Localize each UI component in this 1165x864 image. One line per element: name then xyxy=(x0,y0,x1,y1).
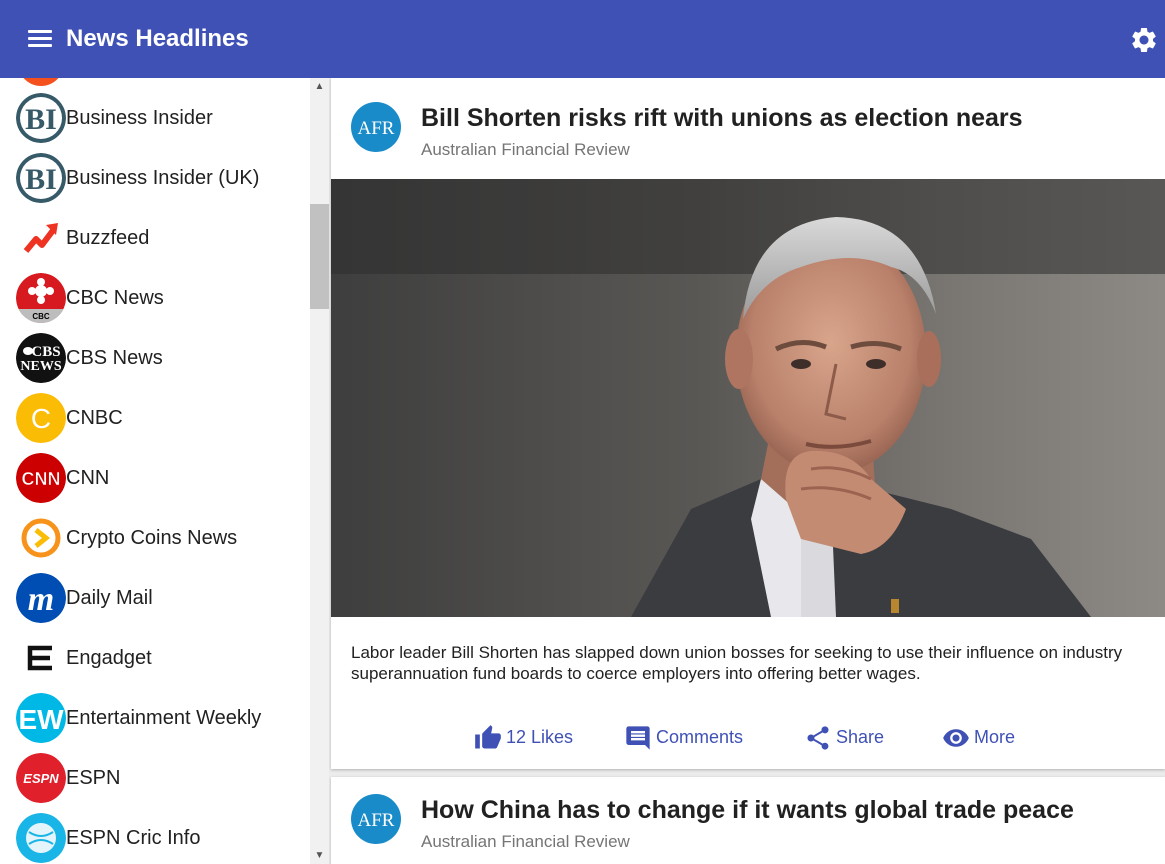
svg-text:BI: BI xyxy=(25,103,57,136)
article-source: Australian Financial Review xyxy=(421,832,630,851)
article-source: Australian Financial Review xyxy=(421,140,630,159)
share-button[interactable]: Share xyxy=(804,722,894,752)
espn-logo: ESPN xyxy=(16,753,66,803)
sources-sidebar: BI Business Insider BI Business Insider … xyxy=(0,78,329,864)
cnbc-logo: C xyxy=(16,393,66,443)
cnn-logo: CNN xyxy=(16,453,66,503)
cbs-logo: CBS NEWS xyxy=(16,333,66,383)
share-label: Share xyxy=(836,727,885,747)
source-label: ESPN Cric Info xyxy=(66,827,201,849)
scrollbar-thumb[interactable] xyxy=(310,204,329,309)
svg-text:CBC: CBC xyxy=(32,312,50,321)
svg-text:BI: BI xyxy=(25,163,57,196)
business-insider-logo: BI xyxy=(16,93,66,143)
source-item-crypto-coins-news[interactable]: Crypto Coins News xyxy=(0,508,310,568)
source-item-business-insider-uk[interactable]: BI Business Insider (UK) xyxy=(0,148,310,208)
source-label: Entertainment Weekly xyxy=(66,707,262,729)
more-label: More xyxy=(974,727,1016,747)
article-actions: 12 Likes Comments Share More xyxy=(331,722,1165,752)
like-button[interactable]: 12 Likes xyxy=(474,722,574,752)
svg-text:EW: EW xyxy=(18,704,64,735)
source-item-business-insider[interactable]: BI Business Insider xyxy=(0,88,310,148)
news-feed: AFR Bill Shorten risks rift with unions … xyxy=(329,78,1165,864)
svg-text:AFR: AFR xyxy=(358,118,395,139)
article-card: AFR How China has to change if it wants … xyxy=(331,777,1165,864)
espn-cricinfo-logo xyxy=(16,813,66,863)
source-item-cnn[interactable]: CNN CNN xyxy=(0,448,310,508)
source-item-buzzfeed[interactable]: Buzzfeed xyxy=(0,208,310,268)
svg-text:ESPN: ESPN xyxy=(23,771,59,786)
app-bar: News Headlines xyxy=(0,0,1165,78)
source-item-espn-cric-info[interactable]: ESPN Cric Info xyxy=(0,808,310,864)
article-image[interactable] xyxy=(331,179,1165,617)
source-label: Business Insider xyxy=(66,107,213,129)
likes-count: 12 Likes xyxy=(506,727,574,747)
cbc-logo: CBC xyxy=(16,273,66,323)
source-item-cnbc[interactable]: C CNBC xyxy=(0,388,310,448)
source-label: CNBC xyxy=(66,407,123,429)
engadget-logo xyxy=(16,633,66,683)
daily-mail-logo: m xyxy=(16,573,66,623)
gear-icon[interactable] xyxy=(1129,25,1159,55)
svg-text:NEWS: NEWS xyxy=(20,359,61,374)
article-title[interactable]: How China has to change if it wants glob… xyxy=(421,796,1074,825)
afr-avatar-icon: AFR xyxy=(351,102,401,152)
source-label: Crypto Coins News xyxy=(66,527,238,549)
sidebar-scrollbar[interactable]: ▲ ▼ xyxy=(310,78,329,864)
share-icon xyxy=(807,726,829,750)
comments-label: Comments xyxy=(656,727,744,747)
source-label: Engadget xyxy=(66,647,152,669)
svg-text:AFR: AFR xyxy=(358,810,395,831)
article-title[interactable]: Bill Shorten risks rift with unions as e… xyxy=(421,104,1023,133)
article-card: AFR Bill Shorten risks rift with unions … xyxy=(331,78,1165,769)
svg-text:C: C xyxy=(31,403,51,434)
source-item-daily-mail[interactable]: m Daily Mail xyxy=(0,568,310,628)
scroll-down-icon[interactable]: ▼ xyxy=(310,847,329,864)
source-label: CBS News xyxy=(66,347,163,369)
eye-icon xyxy=(943,729,969,747)
source-label: Daily Mail xyxy=(66,587,153,609)
source-item-entertainment-weekly[interactable]: EW Entertainment Weekly xyxy=(0,688,310,748)
source-label: Buzzfeed xyxy=(66,227,150,249)
source-logo-partial xyxy=(18,78,64,86)
entertainment-weekly-logo: EW xyxy=(16,693,66,743)
svg-text:m: m xyxy=(28,581,54,618)
business-insider-logo: BI xyxy=(16,153,66,203)
hamburger-menu-icon[interactable] xyxy=(28,30,52,48)
svg-text:CNN: CNN xyxy=(22,469,61,489)
comment-icon xyxy=(626,726,650,750)
thumb-up-icon xyxy=(475,725,501,749)
comments-button[interactable]: Comments xyxy=(624,722,754,752)
source-label: CNN xyxy=(66,467,110,489)
buzzfeed-logo xyxy=(16,213,66,263)
article-description: Labor leader Bill Shorten has slapped do… xyxy=(351,643,1123,683)
source-label: ESPN xyxy=(66,767,121,789)
source-label: Business Insider (UK) xyxy=(66,167,260,189)
scroll-up-icon[interactable]: ▲ xyxy=(310,78,329,95)
source-label: CBC News xyxy=(66,287,164,309)
more-button[interactable]: More xyxy=(942,722,1032,752)
app-title: News Headlines xyxy=(66,25,249,52)
svg-text:CBS: CBS xyxy=(31,344,60,360)
crypto-coins-news-logo xyxy=(16,513,66,563)
source-item-engadget[interactable]: Engadget xyxy=(0,628,310,688)
source-item-cbc-news[interactable]: CBC CBC News xyxy=(0,268,310,328)
afr-avatar-icon: AFR xyxy=(351,794,401,844)
source-item-espn[interactable]: ESPN ESPN xyxy=(0,748,310,808)
source-item-cbs-news[interactable]: CBS NEWS CBS News xyxy=(0,328,310,388)
